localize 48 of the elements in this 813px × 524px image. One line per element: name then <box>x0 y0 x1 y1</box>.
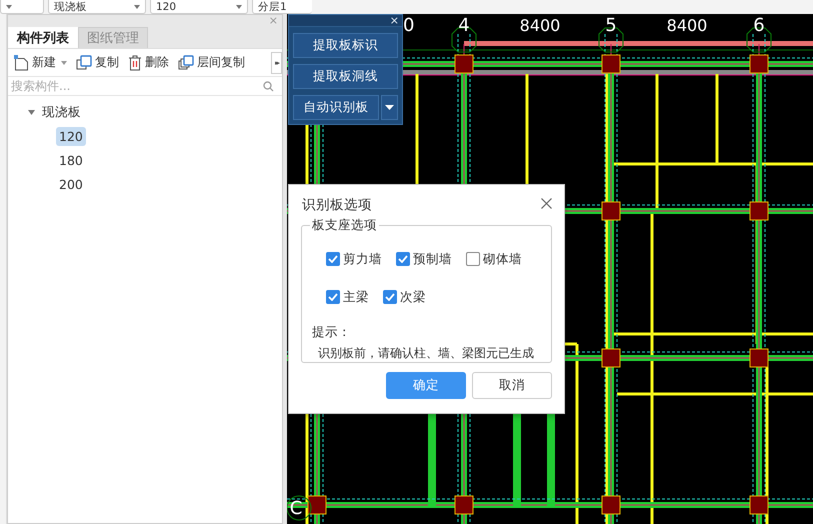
checkbox-label: 主梁 <box>343 288 369 306</box>
hint-title: 提示： <box>312 324 352 341</box>
dropdown-button[interactable] <box>381 95 398 120</box>
checkbox[interactable] <box>326 252 340 266</box>
tab[interactable]: 构件列表 <box>8 27 78 48</box>
search-icon <box>263 80 274 92</box>
group-title: 板支座选项 <box>310 217 379 234</box>
checkbox[interactable] <box>396 252 410 266</box>
cancel-button[interactable]: 取消 <box>472 372 552 399</box>
dimension-label: 8400 <box>666 16 708 35</box>
toolbar-button[interactable]: 删除 <box>125 50 172 74</box>
copy-icon <box>76 55 92 70</box>
close-icon[interactable]: × <box>390 15 399 26</box>
checkbox[interactable] <box>383 290 397 304</box>
toolbar-button[interactable]: 新建 <box>11 50 70 74</box>
tree-item[interactable]: 现浇板 <box>39 102 84 122</box>
expand-arrow-icon[interactable] <box>28 110 35 114</box>
dropdown[interactable]: 现浇板 <box>48 0 146 14</box>
caret-icon <box>236 4 242 8</box>
dialog-title: 识别板选项 <box>302 196 372 214</box>
caret-icon <box>134 4 140 8</box>
checkbox-label: 次梁 <box>400 288 426 306</box>
dropdown[interactable]: 120 <box>150 0 248 14</box>
dimension-label: 8400 <box>520 16 560 35</box>
new-file-icon <box>14 54 29 70</box>
toolbar-button[interactable]: 复制 <box>73 50 122 74</box>
toolbar-button[interactable]: 层间复制 <box>175 50 248 74</box>
trash-icon <box>128 54 142 70</box>
toolbox-button[interactable]: 提取板洞线 <box>293 64 398 89</box>
checkbox[interactable] <box>326 290 340 304</box>
toolbox-button[interactable]: 自动识别板 <box>293 95 379 120</box>
tree-item[interactable]: 200 <box>56 174 86 194</box>
caret-icon <box>6 4 12 8</box>
axis-number: 4 <box>458 15 470 36</box>
hint-text: 识别板前，请确认柱、墙、梁图元已生成 <box>318 345 535 362</box>
dropdown[interactable]: 分层1 <box>252 0 312 14</box>
close-icon[interactable] <box>541 198 552 209</box>
axis-number: 5 <box>605 15 617 36</box>
axis-number: 0 <box>403 15 414 36</box>
tree-item[interactable]: 180 <box>56 150 86 170</box>
checkbox-label: 砌体墙 <box>483 250 522 268</box>
toolbox-button[interactable]: 提取板标识 <box>293 33 398 58</box>
copy-icon <box>178 55 194 70</box>
axis-number: 6 <box>753 15 765 36</box>
checkbox-label: 剪力墙 <box>343 250 382 268</box>
checkbox[interactable] <box>466 252 480 266</box>
tree-item[interactable]: 120 <box>56 126 86 146</box>
checkbox-label: 预制墙 <box>413 250 452 268</box>
